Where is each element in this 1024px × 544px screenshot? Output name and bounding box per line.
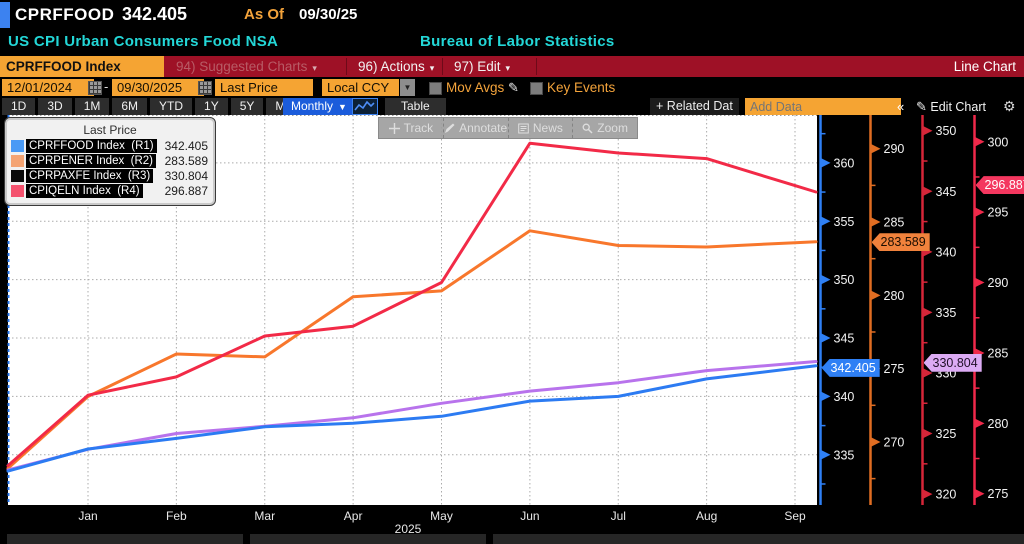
zoom-tool[interactable]: Zoom xyxy=(572,118,637,138)
axis-tick-label: 295 xyxy=(988,206,1009,220)
legend-item-name: CPIQELN Index (R4) xyxy=(26,184,143,198)
legend-item-name: CPRPENER Index (R2) xyxy=(26,154,156,168)
axis-major-tick xyxy=(822,217,831,226)
legend-item-value: 330.804 xyxy=(165,169,213,183)
legend-item-name: CPRPAXFE Index (R3) xyxy=(26,169,153,183)
axis-major-tick xyxy=(976,278,985,287)
axis-major-tick xyxy=(822,392,831,401)
legend-item-CPRFFOOD[interactable]: CPRFFOOD Index (R1) 342.405 xyxy=(7,138,213,153)
axis-tick-label: 345 xyxy=(834,332,855,346)
legend-swatch-icon xyxy=(11,155,24,167)
axis-tick-label: 285 xyxy=(988,346,1009,360)
legend-swatch-icon xyxy=(11,170,24,182)
legend-title: Last Price xyxy=(7,123,213,137)
axis-major-tick xyxy=(976,137,985,146)
axis-major-tick xyxy=(872,144,881,153)
axis-tick-label: 320 xyxy=(936,488,957,502)
axis-major-tick xyxy=(872,218,881,227)
axis-major-tick xyxy=(822,275,831,284)
legend-swatch-icon xyxy=(11,185,24,197)
axis-tick-label: 360 xyxy=(834,156,855,170)
axis-tick-label: 285 xyxy=(884,216,905,230)
legend-item-CPIQELN[interactable]: CPIQELN Index (R4) 296.887 xyxy=(7,183,213,198)
last-price-badge-R1[interactable]: 342.405 xyxy=(822,359,880,377)
annotate-tool[interactable]: Annotate xyxy=(443,118,508,138)
axis-major-tick xyxy=(924,187,933,196)
axis-major-tick xyxy=(822,158,831,167)
axis-major-tick xyxy=(924,308,933,317)
crosshair-icon xyxy=(389,123,400,134)
axis-major-tick xyxy=(976,419,985,428)
chart-legend[interactable]: Last Price CPRFFOOD Index (R1)342.405CPR… xyxy=(5,118,215,205)
axis-tick-label: 345 xyxy=(936,185,957,199)
terminal-window: CPRFFOOD 342.405 As Of 09/30/25 US CPI U… xyxy=(0,0,1024,544)
legend-swatch-icon xyxy=(11,140,24,152)
last-price-badge-R2[interactable]: 283.589 xyxy=(872,233,930,251)
axis-tick-label: 275 xyxy=(884,362,905,376)
axis-major-tick xyxy=(924,126,933,135)
axis-tick-label: 300 xyxy=(988,135,1009,149)
axis-tick-label: 325 xyxy=(936,427,957,441)
axis-major-tick xyxy=(976,208,985,217)
axis-major-tick xyxy=(872,291,881,300)
axis-tick-label: 350 xyxy=(936,124,957,138)
last-price-badge-R3[interactable]: 330.804 xyxy=(924,354,982,372)
pencil-icon xyxy=(444,123,455,134)
axis-tick-label: 280 xyxy=(988,417,1009,431)
axis-major-tick xyxy=(872,437,881,446)
legend-item-value: 296.887 xyxy=(165,184,213,198)
axis-tick-label: 335 xyxy=(834,448,855,462)
axis-tick-label: 355 xyxy=(834,215,855,229)
legend-item-name: CPRFFOOD Index (R1) xyxy=(26,139,157,153)
axis-tick-label: 280 xyxy=(884,289,905,303)
axis-tick-label: 335 xyxy=(936,306,957,320)
axis-tick-label: 340 xyxy=(936,245,957,259)
axis-tick-label: 275 xyxy=(988,487,1009,501)
track-tool[interactable]: Track xyxy=(379,118,443,138)
axis-major-tick xyxy=(976,489,985,498)
axis-tick-label: 340 xyxy=(834,390,855,404)
axis-tick-label: 270 xyxy=(884,435,905,449)
legend-item-CPRPENER[interactable]: CPRPENER Index (R2) 283.589 xyxy=(7,153,213,168)
axis-major-tick xyxy=(924,490,933,499)
news-tool[interactable]: News xyxy=(508,118,573,138)
chart-tools-bar: Track Annotate News Zoom xyxy=(378,117,638,139)
axis-major-tick xyxy=(822,334,831,343)
legend-item-value: 342.405 xyxy=(165,139,213,153)
axis-tick-label: 290 xyxy=(988,276,1009,290)
legend-item-value: 283.589 xyxy=(165,154,213,168)
line-chart-canvas: 335 340 345 350 355 360 270 275 280 285 290 320 325 3… xyxy=(0,0,1024,544)
magnifier-icon xyxy=(582,123,593,134)
last-price-badge-R4[interactable]: 296.887 xyxy=(976,176,1024,194)
legend-item-CPRPAXFE[interactable]: CPRPAXFE Index (R3) 330.804 xyxy=(7,168,213,183)
axis-major-tick xyxy=(924,429,933,438)
axis-tick-label: 350 xyxy=(834,273,855,287)
newspaper-icon xyxy=(518,123,529,134)
axis-major-tick xyxy=(822,450,831,459)
axis-tick-label: 290 xyxy=(884,142,905,156)
